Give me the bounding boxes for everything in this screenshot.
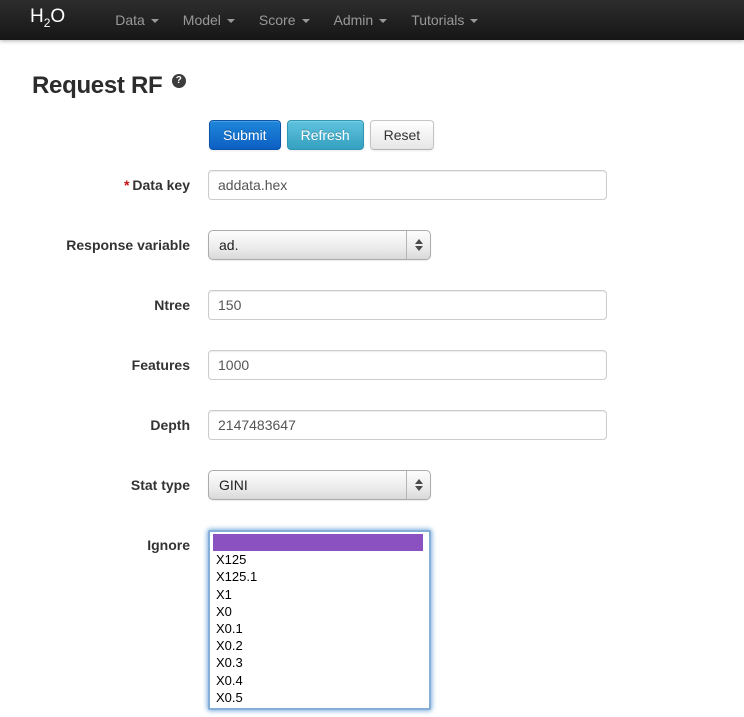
listbox-option[interactable]: X1	[212, 586, 429, 603]
listbox-option[interactable]: X0.1	[212, 620, 429, 637]
data-key-input[interactable]	[208, 170, 607, 200]
nav-item-label: Score	[259, 12, 296, 28]
select-arrows-icon	[406, 231, 430, 259]
main-menu: Data Model Score Admin Tutorials	[103, 0, 490, 40]
form-row-data-key: *Data key	[0, 170, 744, 200]
nav-item-admin[interactable]: Admin	[322, 0, 400, 40]
chevron-down-icon	[379, 19, 387, 23]
selected-value: ad.	[209, 237, 406, 253]
nav-item-label: Admin	[334, 12, 374, 28]
chevron-down-icon	[227, 19, 235, 23]
ntree-input[interactable]	[208, 290, 607, 320]
selected-value: GINI	[209, 477, 406, 493]
top-navbar: H2O Data Model Score Admin Tutorials	[0, 0, 744, 40]
listbox-option[interactable]: X125.1	[212, 568, 429, 585]
form-row-depth: Depth	[0, 410, 744, 440]
response-variable-select[interactable]: ad.	[208, 230, 431, 260]
depth-label: Depth	[0, 410, 190, 433]
listbox-option-selected[interactable]	[213, 534, 423, 551]
form-actions: Submit Refresh Reset	[209, 120, 744, 150]
brand-text-o: O	[50, 6, 65, 27]
h2o-logo[interactable]: H2O	[0, 0, 81, 43]
nav-item-score[interactable]: Score	[247, 0, 322, 40]
chevron-down-icon	[302, 19, 310, 23]
listbox-option[interactable]: X0	[212, 603, 429, 620]
brand-text: H	[30, 6, 44, 27]
submit-button[interactable]: Submit	[209, 120, 281, 150]
nav-item-label: Data	[115, 12, 145, 28]
refresh-button[interactable]: Refresh	[287, 120, 364, 150]
reset-button[interactable]: Reset	[370, 120, 435, 150]
select-arrows-icon	[406, 471, 430, 499]
chevron-down-icon	[470, 19, 478, 23]
nav-item-data[interactable]: Data	[103, 0, 171, 40]
ntree-label: Ntree	[0, 290, 190, 313]
request-rf-form: *Data key Response variable ad. Ntree Fe…	[0, 170, 744, 710]
features-label: Features	[0, 350, 190, 373]
help-icon[interactable]: ?	[172, 74, 186, 88]
listbox-option[interactable]: X0.5	[212, 689, 429, 706]
page-title: Request RF	[32, 72, 162, 99]
stat-type-label: Stat type	[0, 470, 190, 493]
nav-item-label: Model	[183, 12, 221, 28]
listbox-option[interactable]: X125	[212, 551, 429, 568]
form-row-ignore: Ignore X125 X125.1 X1 X0 X0.1 X0.2 X0.3 …	[0, 530, 744, 710]
listbox-option[interactable]: X0.3	[212, 654, 429, 671]
chevron-down-icon	[151, 19, 159, 23]
response-variable-label: Response variable	[0, 230, 190, 253]
page-header: Request RF ?	[32, 72, 744, 100]
form-row-features: Features	[0, 350, 744, 380]
ignore-label: Ignore	[0, 530, 190, 553]
data-key-label-text: Data key	[132, 177, 190, 193]
form-row-response-variable: Response variable ad.	[0, 230, 744, 260]
nav-item-model[interactable]: Model	[171, 0, 247, 40]
stat-type-select[interactable]: GINI	[208, 470, 431, 500]
ignore-multiselect[interactable]: X125 X125.1 X1 X0 X0.1 X0.2 X0.3 X0.4 X0…	[208, 530, 431, 710]
listbox-option[interactable]: X0.4	[212, 672, 429, 689]
form-row-stat-type: Stat type GINI	[0, 470, 744, 500]
listbox-option[interactable]: X0.2	[212, 637, 429, 654]
depth-input[interactable]	[208, 410, 607, 440]
required-asterisk: *	[124, 177, 129, 193]
form-row-ntree: Ntree	[0, 290, 744, 320]
features-input[interactable]	[208, 350, 607, 380]
data-key-label: *Data key	[0, 170, 190, 193]
nav-item-label: Tutorials	[411, 12, 464, 28]
nav-item-tutorials[interactable]: Tutorials	[399, 0, 490, 40]
